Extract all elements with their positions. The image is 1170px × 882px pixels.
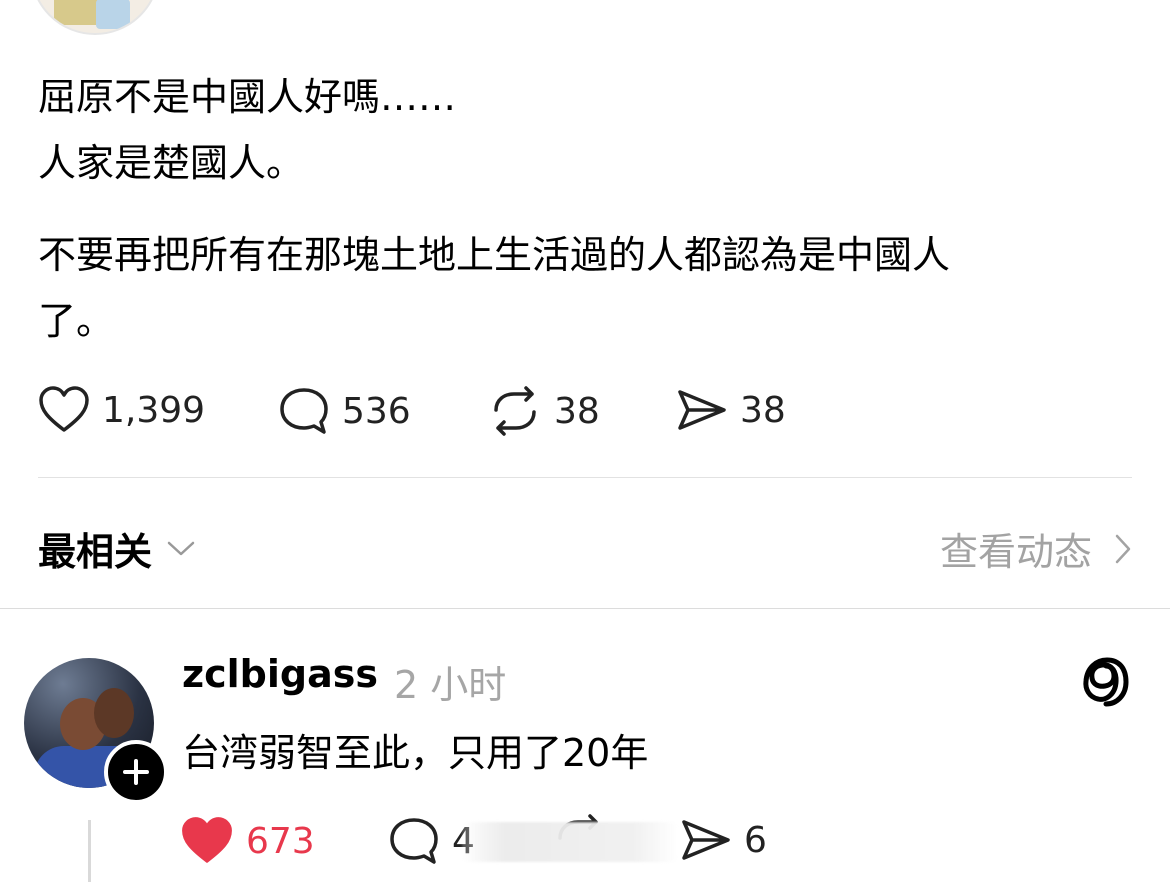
reply-share-button[interactable]: 6 bbox=[680, 816, 767, 864]
share-icon bbox=[678, 390, 726, 430]
plus-icon bbox=[123, 759, 149, 785]
reply-like-button[interactable]: 673 bbox=[180, 816, 315, 866]
heart-icon bbox=[182, 817, 232, 863]
like-button[interactable]: 1,399 bbox=[38, 386, 205, 434]
author-avatar[interactable] bbox=[30, 0, 160, 35]
share-count: 38 bbox=[740, 389, 786, 431]
like-count: 1,399 bbox=[102, 389, 206, 431]
activity-label: 查看动态 bbox=[939, 530, 1092, 574]
reply-text: 台湾弱智至此，只用了20年 bbox=[182, 731, 649, 775]
comment-count: 536 bbox=[342, 390, 411, 432]
repost-icon bbox=[494, 386, 536, 436]
comment-button[interactable]: 536 bbox=[278, 386, 411, 436]
post-text-line-3: 不要再把所有在那塊土地上生活過的人都認為是中國人 bbox=[38, 233, 951, 277]
reply-timestamp: 2 小时 bbox=[394, 663, 507, 707]
post-text-line-1: 屈原不是中國人好嗎…… bbox=[38, 75, 457, 119]
post-text-line-2: 人家是楚國人。 bbox=[38, 141, 305, 185]
post-text-line-4: 了。 bbox=[38, 299, 115, 343]
repost-button[interactable]: 38 bbox=[488, 386, 600, 436]
heart-icon bbox=[39, 386, 89, 432]
repost-count: 38 bbox=[554, 390, 600, 432]
reply-username[interactable]: zclbigass bbox=[182, 652, 378, 696]
comment-icon bbox=[280, 388, 328, 434]
threads-logo-icon[interactable] bbox=[1080, 654, 1132, 714]
share-button[interactable]: 38 bbox=[676, 386, 786, 434]
comment-icon bbox=[390, 818, 438, 864]
chevron-down-icon bbox=[167, 541, 195, 555]
sort-dropdown[interactable]: 最相关 bbox=[38, 521, 196, 576]
reply-share-count: 6 bbox=[744, 819, 767, 861]
thread-line bbox=[88, 820, 91, 882]
blurred-overlay bbox=[462, 822, 678, 862]
reply-like-count: 673 bbox=[246, 820, 315, 862]
view-activity-link[interactable]: 查看动态 bbox=[940, 521, 1132, 576]
follow-button[interactable] bbox=[104, 740, 168, 804]
divider bbox=[38, 477, 1132, 478]
sort-label: 最相关 bbox=[38, 530, 153, 574]
section-divider bbox=[0, 608, 1170, 609]
chevron-right-icon bbox=[1115, 534, 1131, 563]
share-icon bbox=[682, 820, 730, 860]
